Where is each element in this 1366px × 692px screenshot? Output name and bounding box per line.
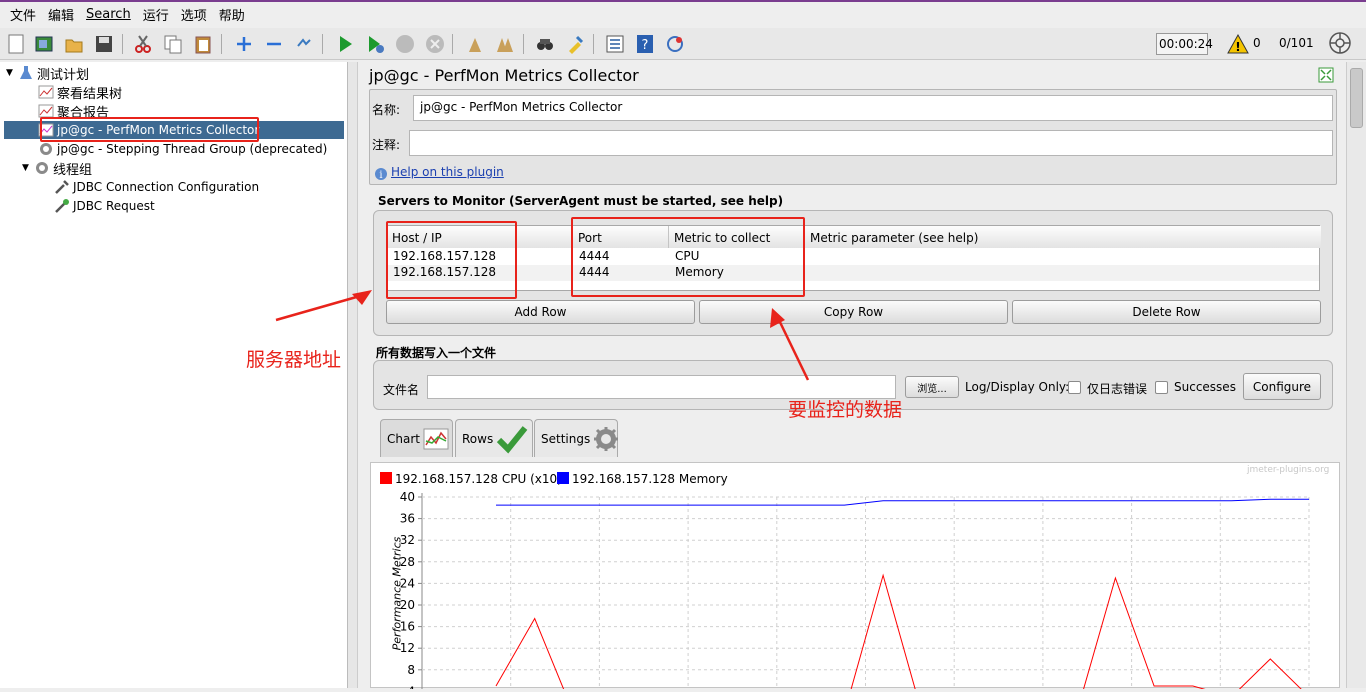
annotation-arrows xyxy=(275,290,810,381)
annotation-server-address: 服务器地址 xyxy=(246,349,342,371)
annotation-metrics: 要监控的数据 xyxy=(788,399,903,421)
arrow-metrics xyxy=(776,317,810,381)
arrow-server xyxy=(275,294,361,322)
